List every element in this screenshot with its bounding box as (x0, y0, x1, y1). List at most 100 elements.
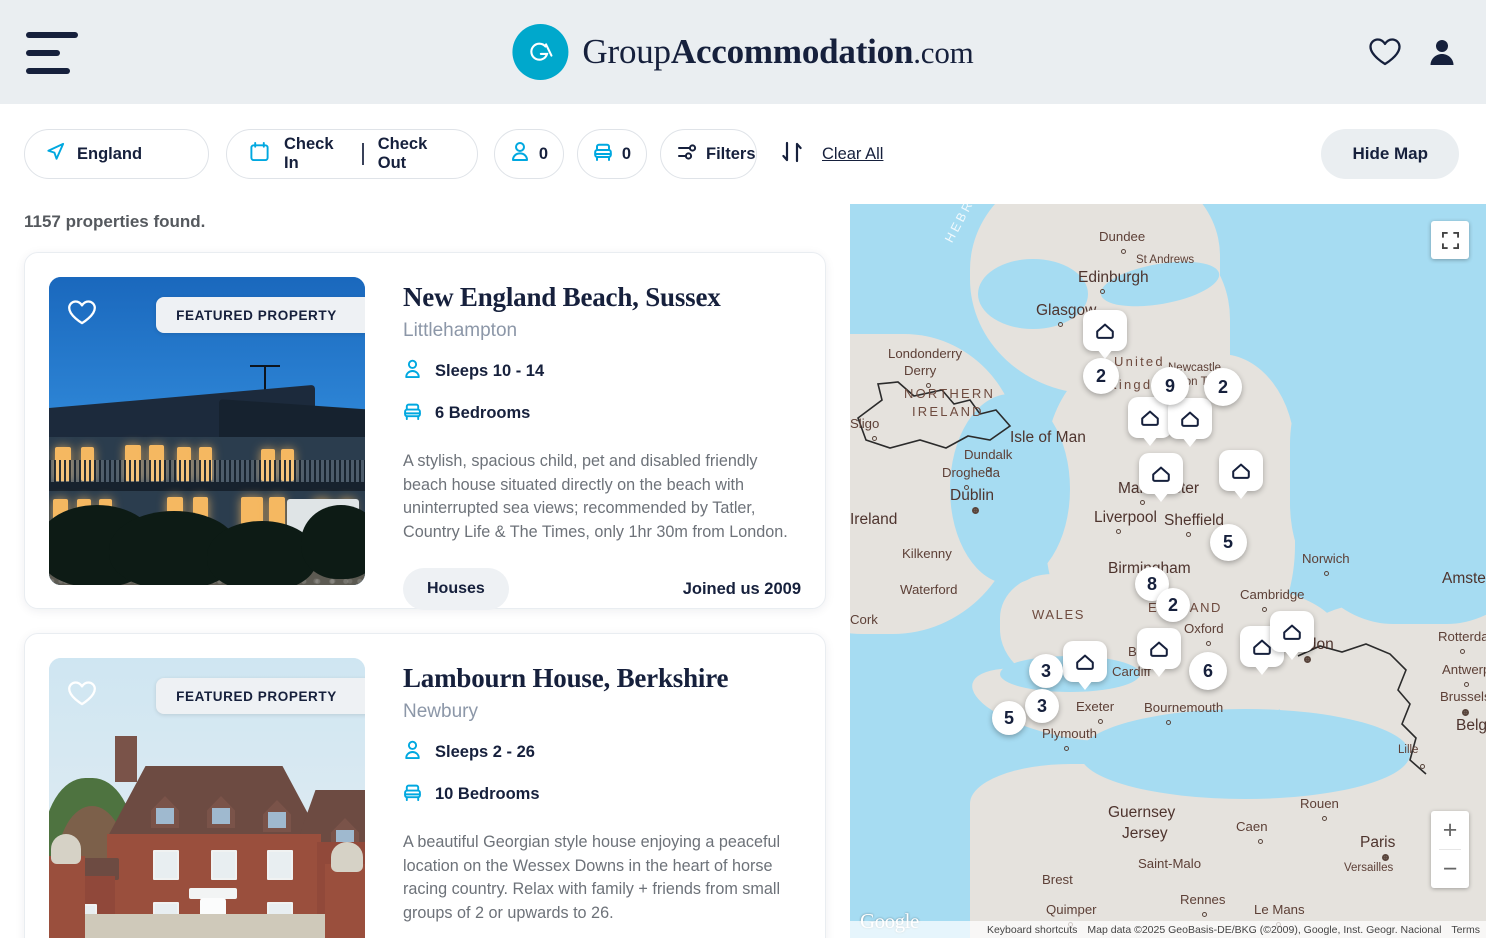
location-filter-pill[interactable]: England (24, 129, 209, 179)
person-icon (403, 359, 422, 384)
map-zoom-in-button[interactable]: + (1431, 811, 1469, 849)
keyboard-shortcuts-link[interactable]: Keyboard shortcuts (987, 924, 1077, 936)
bedrooms-filter-pill[interactable]: 0 (577, 129, 647, 179)
map-property-marker[interactable] (1137, 628, 1181, 669)
sliders-icon (677, 142, 697, 167)
featured-property-label: FEATURED PROPERTY (176, 688, 337, 704)
photo-detail-driveway (49, 914, 365, 938)
property-title[interactable]: Lambourn House, Berkshire (403, 663, 801, 694)
property-details: Lambourn House, Berkshire Newbury Sleeps… (365, 658, 801, 938)
map-city-dot (1116, 529, 1121, 534)
property-bedrooms-spec: 10 Bedrooms (403, 782, 801, 807)
map-sea-channel (1080, 709, 1410, 799)
favourite-heart-icon[interactable] (67, 680, 97, 712)
map-data-attribution: Map data ©2025 GeoBasis-DE/BKG (©2009), … (1087, 923, 1442, 936)
map-city-dot (1464, 682, 1469, 687)
map-property-marker[interactable] (1083, 310, 1127, 351)
map-cluster-marker[interactable]: 6 (1189, 652, 1227, 690)
account-user-icon[interactable] (1428, 37, 1456, 67)
map-city-dot (1121, 249, 1126, 254)
person-icon (510, 141, 530, 167)
map-city-dot (1098, 719, 1103, 724)
photo-detail-shrub (301, 505, 365, 579)
check-in-label[interactable]: Check In (284, 135, 348, 173)
map-city-dot (1322, 816, 1327, 821)
property-bedrooms-spec: 6 Bedrooms (403, 401, 801, 426)
map-property-marker[interactable] (1270, 611, 1314, 652)
map-city-dot (1382, 854, 1389, 861)
map-city-dot (986, 467, 991, 472)
map-city-dot (1258, 839, 1263, 844)
map-cluster-marker[interactable]: 5 (992, 701, 1026, 735)
house-icon (1232, 463, 1250, 479)
property-type-tag[interactable]: Houses (403, 568, 509, 610)
guests-count: 0 (538, 144, 549, 163)
map-zoom-out-button[interactable]: − (1431, 850, 1469, 888)
map-city-dot (1420, 764, 1425, 769)
photo-detail-gate-pillar (325, 864, 365, 938)
map-cluster-marker[interactable]: 5 (1209, 523, 1247, 561)
dates-filter-pill[interactable]: Check In Check Out (226, 129, 478, 179)
filters-button[interactable]: Filters (660, 129, 757, 179)
property-image[interactable]: FEATURED PROPERTY (49, 658, 365, 938)
map-cluster-marker[interactable]: 2 (1083, 358, 1119, 394)
map-sea-north (1290, 324, 1486, 624)
results-list-panel[interactable]: 1157 properties found. FEATURED PROPERTY… (0, 204, 850, 938)
map-cluster-marker[interactable]: 2 (1156, 588, 1190, 622)
property-location: Littlehampton (403, 320, 518, 341)
logo-word-group: Group (582, 32, 671, 71)
property-image[interactable]: FEATURED PROPERTY (49, 277, 365, 585)
map-property-marker[interactable] (1219, 450, 1263, 491)
photo-detail-urn (51, 834, 81, 864)
map-cluster-marker[interactable]: 2 (1204, 368, 1242, 406)
property-title[interactable]: New England Beach, Sussex (403, 282, 801, 313)
bed-icon (593, 141, 613, 167)
map-panel[interactable]: HEBR Dundee St Andrews Edinburgh Glasgow Lond… (850, 204, 1486, 938)
bed-icon (403, 782, 422, 807)
photo-detail-window (153, 850, 179, 880)
house-icon (1141, 410, 1159, 426)
location-filter-label: England (77, 144, 143, 163)
check-out-label[interactable]: Check Out (378, 135, 455, 173)
property-card-footer: Houses Joined us 2009 (403, 568, 801, 610)
property-bedrooms-text: 10 Bedrooms (435, 785, 540, 803)
map-fullscreen-button[interactable] (1431, 221, 1469, 259)
property-description: A beautiful Georgian style house enjoyin… (403, 833, 781, 922)
site-header: GroupAccommodation.com (0, 0, 1486, 104)
property-card[interactable]: FEATURED PROPERTY Lambourn House, Berksh… (24, 633, 826, 938)
featured-property-label: FEATURED PROPERTY (176, 307, 337, 323)
featured-property-badge: FEATURED PROPERTY (156, 297, 365, 333)
map-property-marker[interactable] (1139, 453, 1183, 494)
header-actions (1368, 37, 1456, 67)
sort-button[interactable] (779, 139, 805, 170)
map-city-dot (1324, 571, 1329, 576)
hamburger-menu-icon[interactable] (26, 32, 78, 74)
map-cluster-marker[interactable]: 9 (1151, 367, 1189, 405)
favourites-heart-icon[interactable] (1368, 37, 1402, 67)
property-details: New England Beach, Sussex Littlehampton … (365, 277, 801, 610)
map-city-dot (1186, 532, 1191, 537)
site-logo[interactable]: GroupAccommodation.com (512, 24, 974, 80)
map-city-dot (1206, 641, 1211, 646)
property-joined-text: Joined us 2009 (682, 579, 801, 598)
photo-detail-shrub (207, 521, 317, 585)
map-cluster-marker[interactable]: 3 (1029, 654, 1063, 688)
main-content: 1157 properties found. FEATURED PROPERTY… (0, 204, 1486, 938)
guests-filter-pill[interactable]: 0 (494, 129, 564, 179)
photo-detail-balcony (49, 482, 365, 491)
map-cluster-marker[interactable]: 3 (1025, 689, 1059, 723)
map-property-marker[interactable] (1063, 641, 1107, 682)
filters-label: Filters (706, 144, 756, 163)
map-city-dot (1262, 607, 1267, 612)
logo-word-accommodation: Accommodation (670, 32, 914, 71)
property-sleeps-text: Sleeps 10 - 14 (435, 362, 545, 380)
favourite-heart-icon[interactable] (67, 299, 97, 331)
map-terms-link[interactable]: Terms (1451, 924, 1480, 936)
bedrooms-count: 0 (621, 144, 632, 163)
hide-map-button[interactable]: Hide Map (1321, 129, 1459, 179)
map-zoom-controls[interactable]: + − (1431, 811, 1469, 888)
clear-all-button[interactable]: Clear All (822, 145, 883, 164)
house-icon (1152, 466, 1170, 482)
map-city-dot (1140, 500, 1145, 505)
property-card[interactable]: FEATURED PROPERTY New England Beach, Sus… (24, 252, 826, 610)
